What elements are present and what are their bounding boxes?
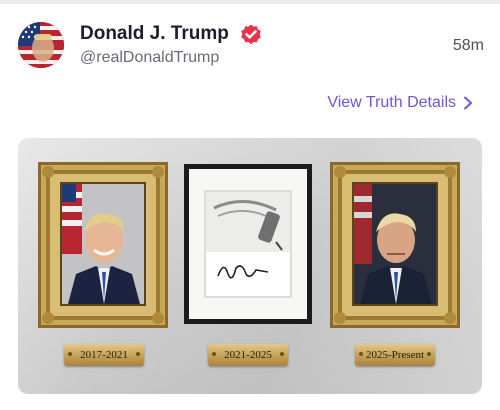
post-header: Donald J. Trump @realDonaldTrump 58m [18, 22, 484, 72]
author-handle[interactable]: @realDonaldTrump [80, 49, 219, 67]
gold-frame-portrait-left [38, 162, 168, 328]
black-frame-autopen-photo [184, 164, 312, 324]
post-timestamp: 58m [452, 37, 484, 54]
plaque-2025-present: 2025-Present [355, 344, 435, 366]
author-display-name[interactable]: Donald J. Trump [80, 23, 229, 45]
plaque-2017-2021: 2017-2021 [64, 344, 144, 366]
avatar[interactable] [18, 22, 64, 68]
view-truth-details-link[interactable]: View Truth Details [327, 94, 474, 112]
plaque-2021-2025: 2021-2025 [208, 344, 288, 366]
view-truth-details-label: View Truth Details [327, 94, 456, 111]
verified-badge-icon [239, 23, 263, 47]
top-divider [0, 0, 500, 4]
post-media-image[interactable]: 2017-2021 2021-2025 2025-Present [18, 138, 482, 394]
chevron-right-icon [464, 96, 472, 110]
gold-frame-portrait-right [330, 162, 460, 328]
